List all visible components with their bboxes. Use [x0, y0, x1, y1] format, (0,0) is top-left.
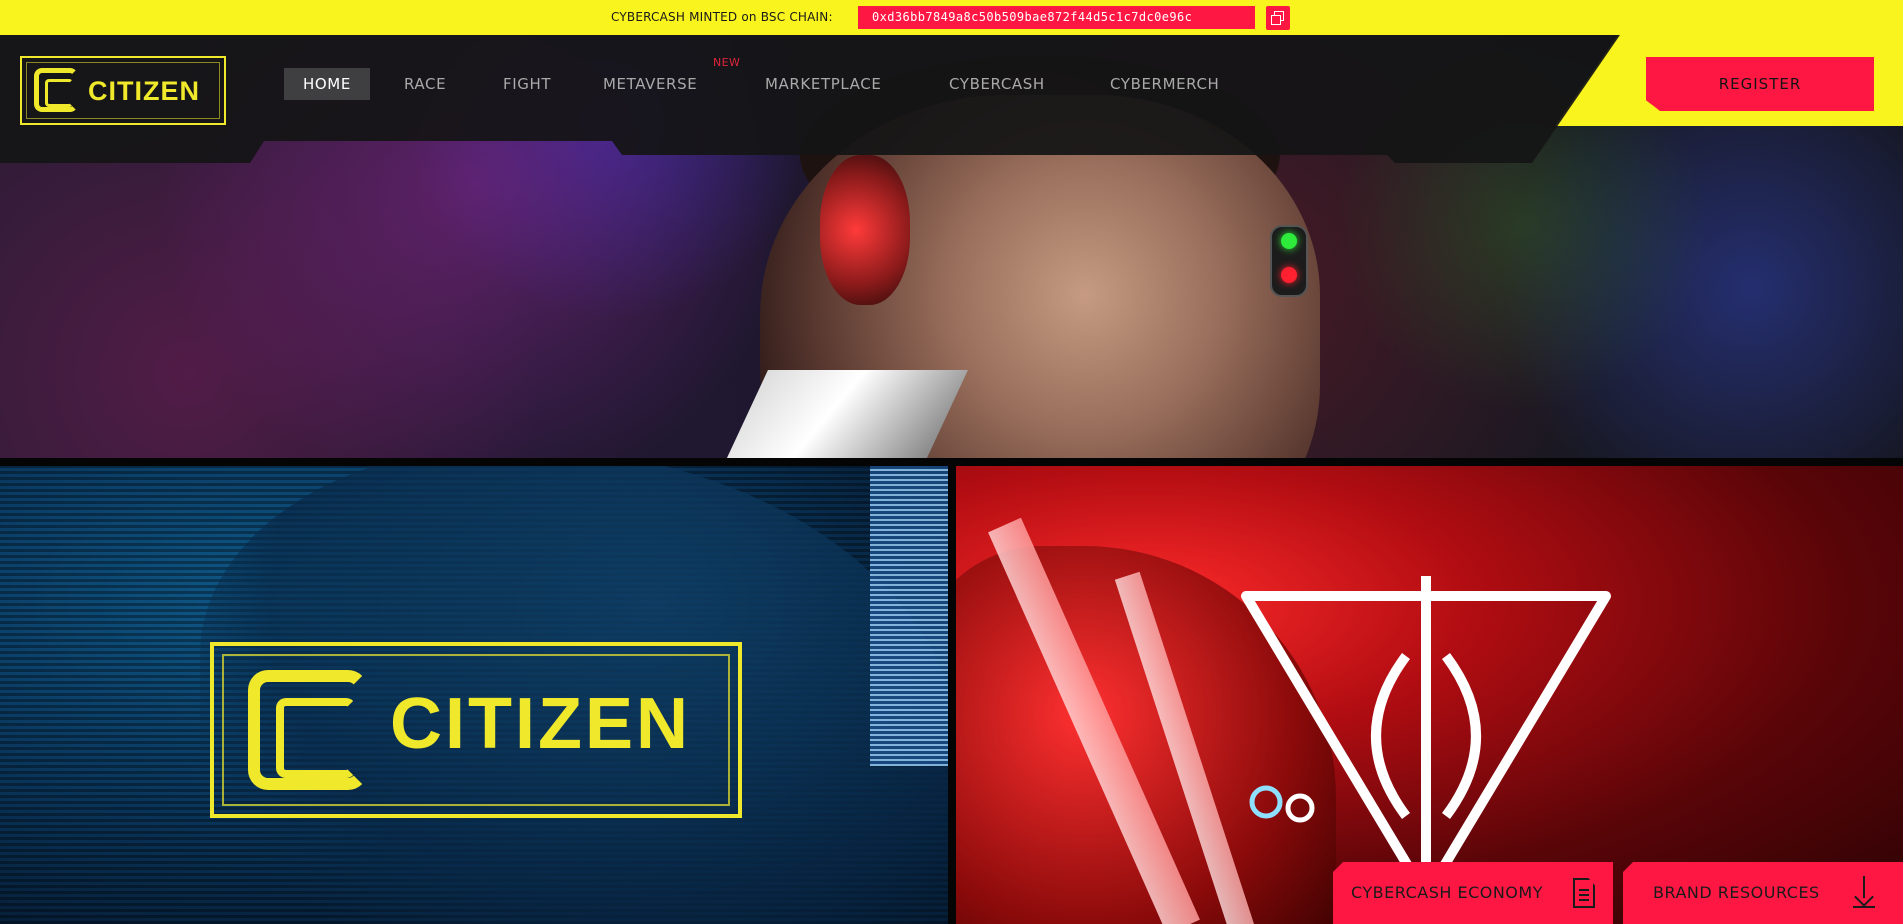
citizen-logo-panel: CITIZEN: [0, 466, 948, 924]
contract-ticker-bar: CYBERCASH MINTED on BSC CHAIN: 0xd36bb78…: [0, 0, 1903, 35]
nav-item-marketplace[interactable]: MARKETPLACE: [765, 68, 881, 100]
section-divider: [0, 458, 1903, 466]
nav-item-home[interactable]: HOME: [284, 68, 370, 100]
nav-item-cybercash[interactable]: CYBERCASH: [949, 68, 1045, 100]
contract-address[interactable]: 0xd36bb7849a8c50b509bae872f44d5c1c7dc0e9…: [858, 6, 1255, 29]
panel-divider: [948, 466, 956, 924]
citizen-big-logo: CITIZEN: [210, 642, 742, 818]
register-button[interactable]: REGISTER: [1646, 57, 1874, 111]
logo-c-icon: [34, 68, 78, 112]
new-badge: NEW: [713, 56, 741, 69]
cybercash-economy-label: CYBERCASH ECONOMY: [1351, 883, 1543, 902]
citizen-logo[interactable]: CITIZEN: [20, 56, 226, 125]
nav-item-race[interactable]: RACE: [404, 68, 446, 100]
hero-character-collar: [712, 370, 968, 458]
big-logo-text: CITIZEN: [390, 684, 691, 764]
copy-button[interactable]: [1266, 6, 1290, 30]
nav-item-metaverse[interactable]: METAVERSE: [603, 68, 697, 100]
big-logo-c-icon: [248, 670, 368, 790]
ticker-label: CYBERCASH MINTED on BSC CHAIN:: [611, 10, 833, 24]
brand-resources-label: BRAND RESOURCES: [1653, 883, 1820, 902]
hero-character-ear: [820, 155, 910, 305]
main-navigation: CITIZEN HOME RACE FIGHT METAVERSE NEW MA…: [0, 35, 1620, 163]
cyber-implant-icon: [1270, 225, 1308, 297]
nav-item-cybermerch[interactable]: CYBERMERCH: [1110, 68, 1219, 100]
brand-resources-button[interactable]: BRAND RESOURCES: [1623, 862, 1903, 924]
download-icon: [1853, 876, 1875, 908]
document-icon: [1573, 878, 1595, 908]
nav-item-fight[interactable]: FIGHT: [503, 68, 551, 100]
cybercash-economy-button[interactable]: CYBERCASH ECONOMY: [1333, 862, 1613, 924]
scanline-highlight: [870, 466, 948, 766]
logo-text: CITIZEN: [88, 76, 200, 106]
faction-emblem-panel: [956, 466, 1903, 924]
